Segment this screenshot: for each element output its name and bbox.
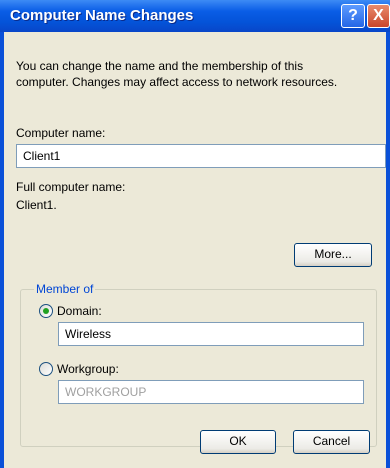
computer-name-label: Computer name: — [16, 126, 106, 140]
workgroup-label[interactable]: Workgroup: — [57, 362, 119, 376]
cancel-button[interactable]: Cancel — [293, 430, 370, 454]
question-mark-icon: ? — [348, 7, 358, 24]
full-name-label: Full computer name: — [16, 180, 126, 194]
radio-selected-dot — [43, 308, 49, 314]
domain-label[interactable]: Domain: — [57, 304, 102, 318]
dialog-window: Computer Name Changes ? X You can change… — [0, 0, 390, 468]
more-button[interactable]: More... — [294, 243, 372, 267]
workgroup-radio[interactable] — [39, 362, 53, 376]
title-bar[interactable]: Computer Name Changes ? X — [0, 0, 390, 32]
workgroup-input: WORKGROUP — [58, 380, 364, 404]
full-name-value: Client1. — [16, 198, 57, 212]
member-of-title: Member of — [34, 282, 96, 296]
description-line-1: You can change the name and the membersh… — [16, 59, 304, 73]
close-icon: X — [373, 7, 384, 24]
window-title: Computer Name Changes — [10, 7, 194, 24]
description-line-2: computer. Changes may affect access to n… — [16, 75, 338, 89]
computer-name-input[interactable]: Client1 — [16, 144, 386, 168]
dialog-body: You can change the name and the membersh… — [4, 32, 386, 468]
ok-button[interactable]: OK — [200, 430, 276, 454]
domain-radio[interactable] — [39, 304, 53, 318]
domain-input[interactable]: Wireless — [58, 322, 364, 346]
close-button[interactable]: X — [367, 4, 390, 28]
help-button[interactable]: ? — [341, 4, 365, 28]
description-text: You can change the name and the membersh… — [16, 58, 381, 90]
